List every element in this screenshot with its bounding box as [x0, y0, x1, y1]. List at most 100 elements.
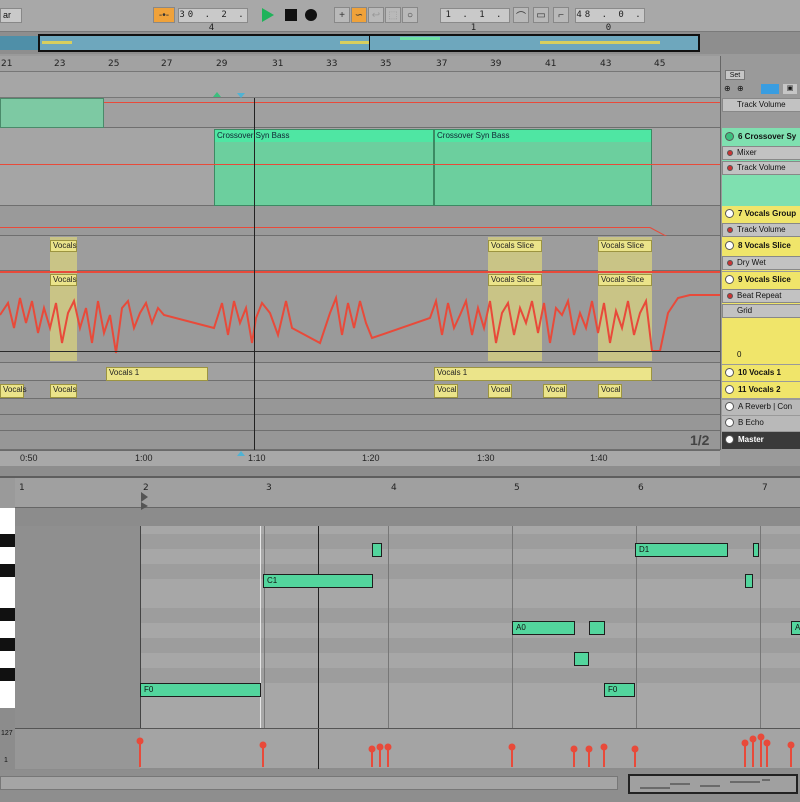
midi-note-a0[interactable]: A0: [512, 621, 575, 635]
loop-start-marker[interactable]: [213, 92, 221, 97]
fold-icon[interactable]: [725, 132, 734, 141]
midi-note-f0[interactable]: F0: [140, 683, 261, 697]
parameter-chooser[interactable]: Dry Wet: [722, 256, 800, 270]
fold-icon[interactable]: [725, 209, 734, 218]
midi-note[interactable]: [589, 621, 605, 635]
midi-note-a0b[interactable]: A: [791, 621, 800, 635]
set-button[interactable]: Set: [725, 70, 745, 80]
lane-return-a[interactable]: [0, 399, 720, 415]
track-10-title[interactable]: 10 Vocals 1: [722, 366, 800, 380]
track-7-title[interactable]: 7 Vocals Group: [722, 207, 800, 221]
return-b-title[interactable]: B Echo: [722, 416, 800, 430]
lock-icon[interactable]: ▣: [783, 84, 797, 94]
fold-icon[interactable]: [725, 402, 734, 411]
play-icon[interactable]: [262, 8, 274, 22]
track-11-title[interactable]: 11 Vocals 2: [722, 383, 800, 397]
fold-icon[interactable]: [725, 368, 734, 377]
track-9-title[interactable]: 9 Vocals Slice: [722, 273, 800, 287]
clip-small[interactable]: Vocals: [0, 384, 27, 398]
overdub-button[interactable]: +: [334, 7, 350, 23]
midi-note[interactable]: [753, 543, 759, 557]
arrangement-overview[interactable]: [0, 32, 800, 54]
midi-note[interactable]: [745, 574, 753, 588]
chevron-left-icon[interactable]: ⊕: [724, 84, 731, 93]
clip-small[interactable]: Vocals: [50, 384, 77, 398]
clip-vocals-1a[interactable]: Vocals 1: [106, 367, 208, 381]
bar-line: [760, 526, 761, 728]
stop-icon[interactable]: [285, 9, 297, 21]
time-ruler[interactable]: 0:50 1:00 1:10 1:20 1:30 1:40: [0, 450, 720, 466]
piano-roll-keys[interactable]: [0, 508, 15, 708]
midi-note-d1[interactable]: D1: [635, 543, 728, 557]
follow-button[interactable]: -•-: [153, 7, 175, 23]
clip-green-partial[interactable]: [0, 98, 104, 128]
midi-note-c1[interactable]: C1: [263, 574, 373, 588]
clip-small[interactable]: Vocal: [488, 384, 512, 398]
arrangement-position-display[interactable]: 30 . 2 . 4: [178, 8, 248, 33]
lane-master[interactable]: [0, 431, 720, 450]
punch-in-button[interactable]: ⌒: [513, 7, 529, 23]
loop-button[interactable]: ▭: [533, 7, 549, 23]
lane-return-b[interactable]: [0, 415, 720, 431]
clip-vocals-1b[interactable]: Vocals 1: [434, 367, 652, 381]
draw-mode-dropdown[interactable]: ar: [0, 8, 22, 23]
automation-mode-button[interactable]: [761, 84, 779, 94]
clip-vocals-slice[interactable]: Vocals Slice: [598, 240, 652, 252]
horizontal-scrollbar[interactable]: [0, 776, 618, 790]
chevron-right-icon[interactable]: ⊕: [737, 84, 744, 93]
midi-note[interactable]: [574, 652, 589, 666]
automation-arm-button[interactable]: ∽: [351, 7, 367, 23]
clip-small[interactable]: Vocal: [434, 384, 458, 398]
clip-start-marker[interactable]: [141, 492, 148, 502]
re-enable-automation-button[interactable]: ↩: [368, 7, 384, 23]
track-8-title[interactable]: 8 Vocals Slice: [722, 239, 800, 253]
fold-icon[interactable]: [725, 435, 734, 444]
chooser-label: Track Volume: [737, 163, 786, 172]
device-chooser[interactable]: Mixer: [722, 146, 800, 160]
punch-out-button[interactable]: ⌐: [553, 7, 569, 23]
fold-icon[interactable]: [725, 241, 734, 250]
parameter-chooser[interactable]: Grid: [722, 304, 800, 318]
loop-start-display[interactable]: 1 . 1 . 1: [440, 8, 510, 33]
playhead-line: [254, 98, 255, 450]
black-key[interactable]: [0, 668, 15, 681]
parameter-chooser[interactable]: Track Volume: [722, 161, 800, 175]
note-grid[interactable]: D1 C1 A0 A F0 F0: [15, 526, 800, 728]
clip-small[interactable]: Vocal: [543, 384, 567, 398]
track-volume-chooser[interactable]: Track Volume: [722, 98, 800, 112]
fold-icon[interactable]: [725, 385, 734, 394]
device-chooser[interactable]: Beat Repeat: [722, 289, 800, 303]
return-a-title[interactable]: A Reverb | Con: [722, 400, 800, 414]
loop-length-display[interactable]: 48 . 0 . 0: [575, 8, 645, 33]
midi-note[interactable]: [372, 543, 382, 557]
page-indicator[interactable]: 1/2: [690, 432, 709, 448]
clip-vocals-a[interactable]: Vocals: [50, 240, 77, 252]
black-key[interactable]: [0, 638, 15, 651]
velocity-lane[interactable]: [15, 728, 800, 769]
overview-yellow-3: [540, 41, 660, 44]
status-icon: [727, 227, 733, 233]
clip-vocals-slice[interactable]: Vocals Slice: [488, 240, 542, 252]
black-key[interactable]: [0, 608, 15, 621]
black-key[interactable]: [0, 564, 15, 577]
beat-time-ruler[interactable]: 21 23 25 27 29 31 33 35 37 39 41 43 45: [0, 56, 720, 72]
clip-crossover-syn-bass-1[interactable]: Crossover Syn Bass: [214, 129, 434, 206]
fold-icon[interactable]: [725, 418, 734, 427]
track-name: 6 Crossover Sy: [738, 132, 797, 141]
editor-beat-ruler[interactable]: 1 2 3 4 5 6 7: [15, 478, 800, 510]
session-record-button[interactable]: ⬚: [385, 7, 401, 23]
midi-note-f0b[interactable]: F0: [604, 683, 635, 697]
parameter-chooser[interactable]: Track Volume: [722, 223, 800, 237]
loop-start-marker[interactable]: [141, 502, 148, 510]
fold-icon[interactable]: [725, 275, 734, 284]
black-key[interactable]: [0, 534, 15, 547]
arrangement-view[interactable]: Crossover Syn Bass Crossover Syn Bass Vo…: [0, 72, 720, 450]
lane-vocals-group[interactable]: [0, 206, 720, 236]
clip-small[interactable]: Vocal: [598, 384, 622, 398]
master-title[interactable]: Master: [722, 433, 800, 447]
clip-crossover-syn-bass-2[interactable]: Crossover Syn Bass: [434, 129, 652, 206]
record-icon[interactable]: [305, 9, 317, 21]
grid-automation-curve: [0, 294, 720, 354]
metronome-button[interactable]: ○: [402, 7, 418, 23]
track-6-title[interactable]: 6 Crossover Sy: [722, 130, 800, 144]
